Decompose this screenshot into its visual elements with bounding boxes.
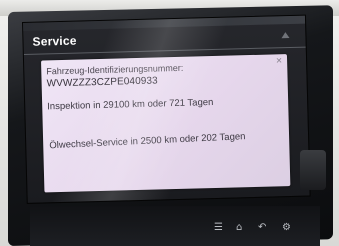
vin-label: Fahrzeug-Identifizierungsnummer: — [46, 62, 184, 77]
menu-button-icon[interactable]: ☰ — [214, 222, 223, 233]
infotainment-screen: Service ✕ Fahrzeug-Identifizierungsnumme… — [22, 14, 311, 204]
button-panel — [30, 206, 320, 246]
inspection-due-text: Inspektion in 29100 km oder 721 Tagen — [47, 97, 214, 113]
settings-button-icon[interactable]: ⚙ — [282, 222, 291, 233]
page-title: Service — [32, 33, 77, 49]
service-message-dialog: ✕ Fahrzeug-Identifizierungsnummer: WVWZZ… — [41, 54, 291, 193]
vin-value: WVWZZZ3CZPE040933 — [46, 75, 158, 90]
side-trim — [300, 150, 326, 190]
close-icon[interactable]: ✕ — [275, 56, 283, 65]
photo: Service ✕ Fahrzeug-Identifizierungsnumme… — [0, 0, 339, 246]
oil-service-due-text: Ölwechsel-Service in 2500 km oder 202 Ta… — [49, 131, 246, 152]
home-button-icon[interactable]: ⌂ — [236, 222, 242, 233]
back-button-icon[interactable]: ↶ — [258, 222, 266, 233]
scroll-up-icon[interactable] — [281, 32, 290, 39]
